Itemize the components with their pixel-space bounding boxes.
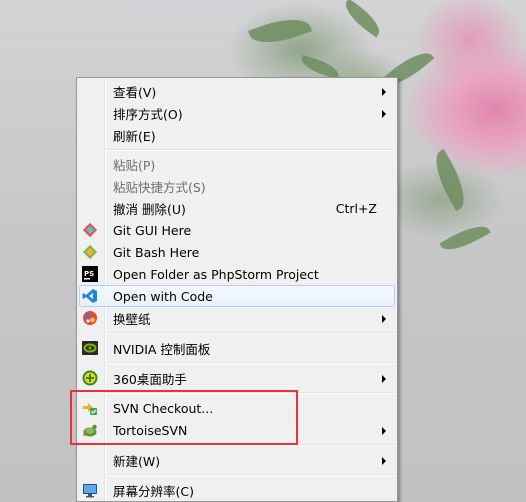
submenu-arrow-icon [382,457,386,465]
menu-item-new[interactable]: 新建(W) [79,449,395,471]
menu-item-label: Open with Code [113,288,213,304]
menu-item-label: Git Bash Here [113,244,200,260]
menu-item-change-wallpaper[interactable]: 换壁纸 [79,307,395,329]
menu-item-refresh[interactable]: 刷新(E) [79,124,395,146]
menu-item-undo-delete[interactable]: 撤消 删除(U) Ctrl+Z [79,197,395,219]
menu-separator [107,149,395,151]
wallpaper-leaf [248,10,312,52]
360-icon [82,370,98,386]
wallpaper-leaf [339,0,386,38]
menu-item-paste[interactable]: 粘贴(P) [79,153,395,175]
menu-separator [107,474,395,476]
submenu-arrow-icon [382,88,386,96]
menu-separator [107,362,395,364]
menu-item-label: 撤消 删除(U) [113,201,186,217]
menu-item-phpstorm[interactable]: PS Open Folder as PhpStorm Project [79,263,395,285]
menu-item-label: 换壁纸 [113,311,151,327]
vscode-icon [82,289,97,303]
menu-item-git-gui[interactable]: Git GUI Here [79,219,395,241]
menu-item-label: 粘贴(P) [113,157,156,173]
menu-item-360-desktop[interactable]: 360桌面助手 [79,367,395,389]
menu-item-sort-by[interactable]: 排序方式(O) [79,102,395,124]
submenu-arrow-icon [382,375,386,383]
menu-item-shortcut: Ctrl+Z [335,200,377,216]
svg-text:PS: PS [84,270,94,278]
annotation-highlight-box [70,390,298,445]
menu-item-label: 刷新(E) [113,128,156,144]
menu-item-label: Git GUI Here [113,222,192,238]
menu-item-paste-shortcut[interactable]: 粘贴快捷方式(S) [79,175,395,197]
menu-item-view[interactable]: 查看(V) [79,80,395,102]
menu-item-label: 新建(W) [113,453,161,469]
submenu-arrow-icon [382,427,386,435]
wallpaper-icon [83,311,97,325]
menu-item-label: 查看(V) [113,84,157,100]
menu-item-open-with-code[interactable]: Open with Code [79,285,395,307]
nvidia-icon [82,341,98,355]
menu-item-label: NVIDIA 控制面板 [113,341,211,357]
menu-item-git-bash[interactable]: Git Bash Here [79,241,395,263]
menu-item-screen-resolution[interactable]: 屏幕分辨率(C) [79,479,395,501]
menu-item-label: 排序方式(O) [113,106,183,122]
wallpaper-leaf [439,218,491,258]
phpstorm-icon: PS [82,266,98,282]
submenu-arrow-icon [382,110,386,118]
submenu-arrow-icon [382,315,386,323]
menu-separator [107,332,395,334]
screen-resolution-icon [83,484,97,498]
menu-item-label: Open Folder as PhpStorm Project [113,266,319,282]
menu-item-label: 360桌面助手 [113,371,187,387]
menu-item-nvidia[interactable]: NVIDIA 控制面板 [79,337,395,359]
menu-item-label: 粘贴快捷方式(S) [113,179,206,195]
menu-item-label: 屏幕分辨率(C) [113,483,194,499]
git-gui-icon [82,222,98,238]
wallpaper-leaf [298,55,342,79]
git-bash-icon [82,244,98,260]
wallpaper-leaf [426,149,474,211]
